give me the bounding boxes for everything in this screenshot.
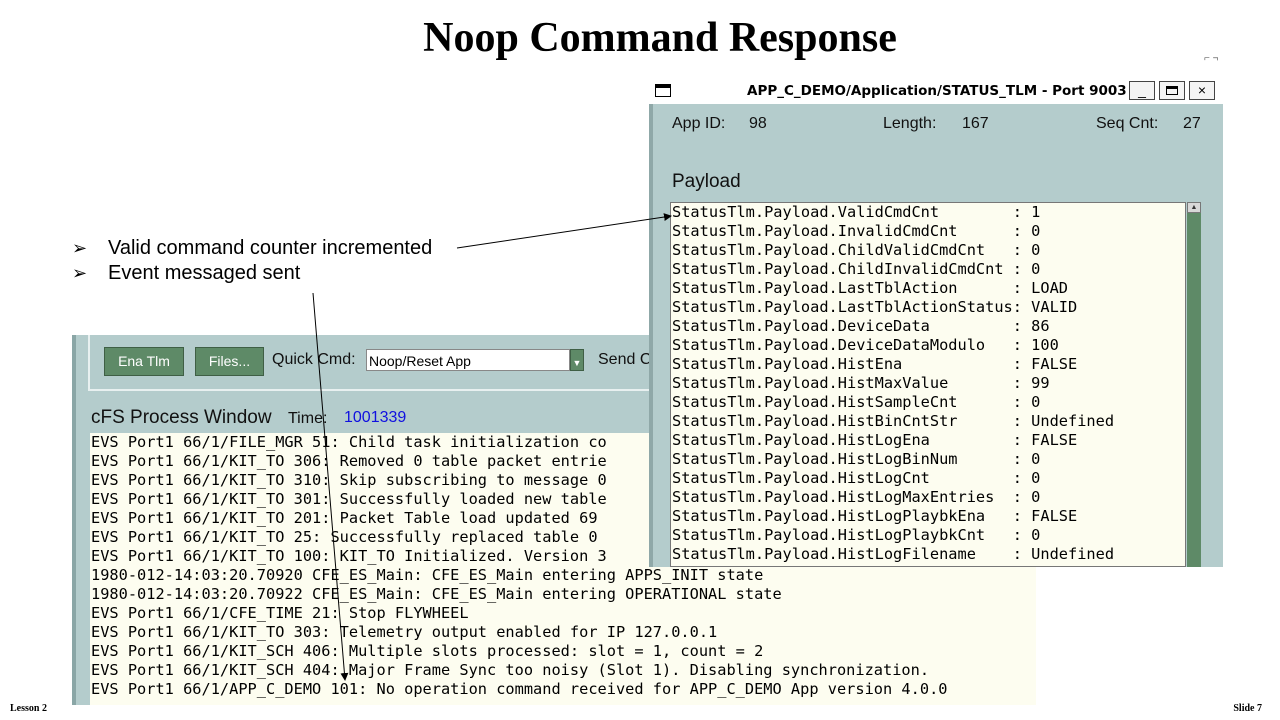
dropdown-arrow-icon[interactable]: ▼ xyxy=(570,349,584,371)
arrow-to-valid-cmd-cnt xyxy=(456,213,672,249)
payload-row: StatusTlm.Payload.HistLogPlaybkEna : FAL… xyxy=(672,507,1078,525)
log-line: EVS Port1 66/1/KIT_SCH 404: Major Frame … xyxy=(91,661,930,679)
payload-row: StatusTlm.Payload.HistLogEna : FALSE xyxy=(672,431,1078,449)
payload-row: StatusTlm.Payload.HistBinCntStr : Undefi… xyxy=(672,412,1115,430)
tlm-window-title: APP_C_DEMO/Application/STATUS_TLM - Port… xyxy=(747,83,1127,99)
quick-cmd-select[interactable]: Noop/Reset App xyxy=(366,349,570,371)
payload-row: StatusTlm.Payload.DeviceDataModulo : 100 xyxy=(672,336,1059,354)
cfs-toolbar: Ena Tlm Files... Quick Cmd: Noop/Reset A… xyxy=(88,335,690,391)
footer-lesson: Lesson 2 xyxy=(10,703,47,714)
payload-row: StatusTlm.Payload.ValidCmdCnt : 1 xyxy=(672,203,1041,221)
status-tlm-window: APP_C_DEMO/Application/STATUS_TLM - Port… xyxy=(649,78,1223,567)
maximize-icon[interactable] xyxy=(1159,81,1185,100)
bullet-list: ➢ Valid command counter incremented ➢ Even… xyxy=(72,236,432,286)
time-value: 1001339 xyxy=(344,409,407,426)
payload-row: StatusTlm.Payload.InvalidCmdCnt : 0 xyxy=(672,222,1041,240)
log-line: EVS Port1 66/1/APP_C_DEMO 101: No operat… xyxy=(91,680,948,698)
payload-row: StatusTlm.Payload.HistLogCnt : 0 xyxy=(672,469,1041,487)
payload-row: StatusTlm.Payload.HistLogPlaybkCnt : 0 xyxy=(672,526,1041,544)
ena-tlm-button[interactable]: Ena Tlm xyxy=(104,347,184,376)
resize-icon: ⌐ ¬ xyxy=(1204,53,1219,64)
payload-scrollbar[interactable]: ▲ xyxy=(1187,202,1201,567)
log-line: EVS Port1 66/1/CFE_TIME 21: Stop FLYWHEE… xyxy=(91,604,469,622)
payload-row: StatusTlm.Payload.HistMaxValue : 99 xyxy=(672,374,1050,392)
payload-row: StatusTlm.Payload.HistLogFilename : Unde… xyxy=(672,545,1115,563)
payload-row: StatusTlm.Payload.HistSampleCnt : 0 xyxy=(672,393,1041,411)
minimize-icon[interactable]: _ xyxy=(1129,81,1155,100)
payload-row: StatusTlm.Payload.HistLogBinNum : 0 xyxy=(672,450,1041,468)
cfs-window-title: cFS Process Window xyxy=(91,407,272,428)
payload-row: StatusTlm.Payload.LastTblAction : LOAD xyxy=(672,279,1069,297)
bullet-text: Valid command counter incremented xyxy=(108,237,433,259)
log-line: 1980-012-14:03:20.70922 CFE_ES_Main: CFE… xyxy=(91,585,782,603)
payload-row: StatusTlm.Payload.LastTblActionStatus: V… xyxy=(672,298,1078,316)
close-icon[interactable]: × xyxy=(1189,81,1215,100)
app-id-value: 98 xyxy=(749,115,767,132)
length-label: Length: xyxy=(883,115,937,132)
payload-row: StatusTlm.Payload.ChildValidCmdCnt : 0 xyxy=(672,241,1041,259)
quick-cmd-label: Quick Cmd: xyxy=(272,351,356,368)
payload-row: StatusTlm.Payload.HistLogMaxEntries : 0 xyxy=(672,488,1041,506)
window-menu-icon[interactable] xyxy=(655,84,671,97)
bullet-item: ➢ Event messaged sent xyxy=(72,261,432,286)
footer-slide-number: Slide 7 xyxy=(1233,703,1262,714)
slide-title: Noop Command Response xyxy=(423,15,897,61)
bullet-arrow-icon: ➢ xyxy=(72,238,88,258)
payload-row: StatusTlm.Payload.ChildInvalidCmdCnt : 0 xyxy=(672,260,1041,278)
tlm-titlebar[interactable]: APP_C_DEMO/Application/STATUS_TLM - Port… xyxy=(649,78,1223,104)
scroll-up-icon[interactable]: ▲ xyxy=(1187,202,1201,213)
window-edge xyxy=(72,335,76,705)
window-edge xyxy=(649,104,653,567)
seq-cnt-label: Seq Cnt: xyxy=(1096,115,1159,132)
bullet-item: ➢ Valid command counter incremented xyxy=(72,236,432,261)
payload-row: StatusTlm.Payload.DeviceData : 86 xyxy=(672,317,1050,335)
bullet-text: Event messaged sent xyxy=(108,262,301,284)
app-id-label: App ID: xyxy=(672,115,726,132)
seq-cnt-value: 27 xyxy=(1183,115,1201,132)
payload-list[interactable]: StatusTlm.Payload.ValidCmdCnt : 1 Status… xyxy=(670,202,1186,567)
log-line: EVS Port1 66/1/KIT_TO 303: Telemetry out… xyxy=(91,623,718,641)
payload-row: StatusTlm.Payload.HistEna : FALSE xyxy=(672,355,1078,373)
bullet-arrow-icon: ➢ xyxy=(72,263,88,283)
files-button[interactable]: Files... xyxy=(195,347,264,376)
time-label: Time: xyxy=(288,410,328,427)
log-line: EVS Port1 66/1/KIT_SCH 406: Multiple slo… xyxy=(91,642,764,660)
length-value: 167 xyxy=(962,115,989,132)
payload-label: Payload xyxy=(672,171,741,192)
log-line: 1980-012-14:03:20.70920 CFE_ES_Main: CFE… xyxy=(91,566,764,584)
